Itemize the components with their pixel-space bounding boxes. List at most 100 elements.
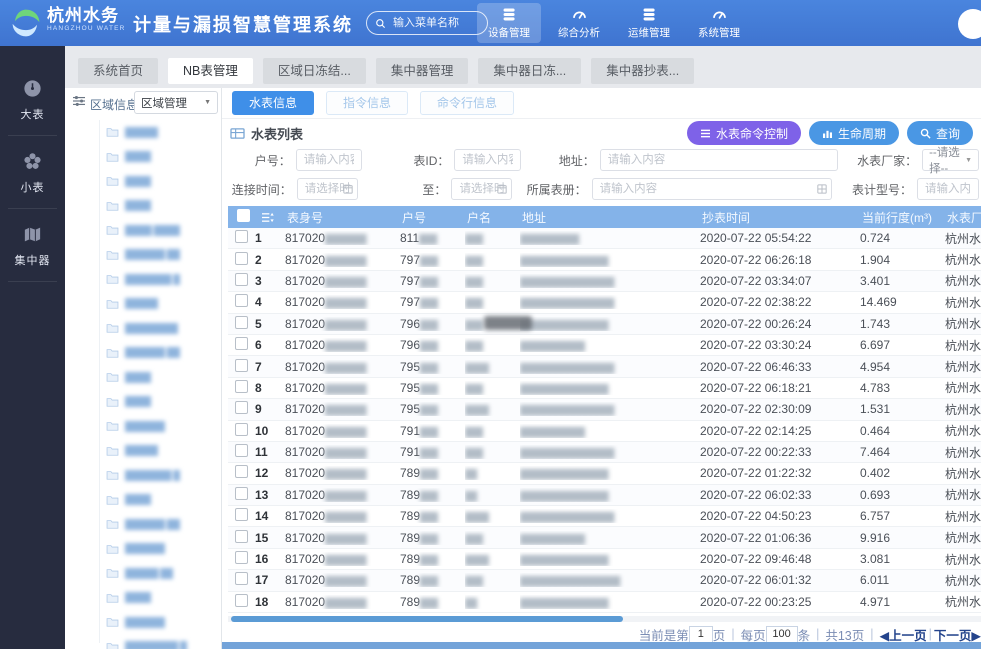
row-checkbox[interactable]	[235, 551, 248, 564]
rail-item-large-meter[interactable]: 大表	[8, 46, 57, 136]
tree-item[interactable]: ████	[65, 365, 221, 390]
table-list-icon	[230, 127, 245, 140]
tree-item[interactable]: ████	[65, 586, 221, 611]
table-row[interactable]: 16 817020███████ 789███ ████ ███████████…	[228, 549, 981, 570]
table-row[interactable]: 7 817020███████ 795███ ████ ████████████…	[228, 356, 981, 377]
row-checkbox[interactable]	[235, 423, 248, 436]
row-checkbox[interactable]	[235, 316, 248, 329]
meter-id-input[interactable]	[454, 149, 521, 171]
prev-page-button[interactable]: ◀上一页	[880, 625, 927, 644]
nav-item-analysis[interactable]: 综合分析	[547, 3, 611, 43]
tree-item[interactable]: ████	[65, 169, 221, 194]
row-checkbox[interactable]	[235, 380, 248, 393]
nav-item-ops-mgmt[interactable]: 运维管理	[617, 3, 681, 43]
tab[interactable]: 集中器日冻...	[478, 58, 581, 84]
row-checkbox[interactable]	[235, 294, 248, 307]
row-checkbox[interactable]	[235, 465, 248, 478]
tree-item[interactable]: █████	[65, 120, 221, 145]
current-page-input[interactable]	[689, 626, 713, 643]
table-row[interactable]: 12 817020███████ 789███ ██ █████████████…	[228, 463, 981, 484]
row-checkbox[interactable]	[235, 572, 248, 585]
table-row[interactable]: 11 817020███████ 791███ ███ ████████████…	[228, 442, 981, 463]
page-size-input[interactable]	[766, 626, 798, 643]
region-manager-select[interactable]: 区域管理 ▼	[134, 91, 218, 114]
row-checkbox[interactable]	[235, 273, 248, 286]
filter-sliders-icon[interactable]	[72, 95, 86, 107]
account-no-input[interactable]	[296, 149, 362, 171]
subtab[interactable]: 命令行信息	[420, 91, 514, 115]
row-checkbox[interactable]	[235, 252, 248, 265]
meter-model-input[interactable]	[917, 178, 979, 200]
table-row[interactable]: 4 817020███████ 797███ ███ █████████████…	[228, 292, 981, 313]
rail-item-concentrator[interactable]: 集中器	[8, 209, 57, 282]
tree-item[interactable]: ██████	[65, 537, 221, 562]
tree-item[interactable]: ████	[65, 145, 221, 170]
table-row[interactable]: 18 817020███████ 789███ ██ █████████████…	[228, 592, 981, 613]
subtab[interactable]: 水表信息	[232, 91, 314, 115]
tree-item[interactable]: ██████ ██	[65, 341, 221, 366]
tree-item[interactable]: ██████	[65, 610, 221, 635]
tab[interactable]: 集中器抄表...	[591, 58, 694, 84]
tab[interactable]: 区域日冻结...	[263, 58, 366, 84]
table-row[interactable]: 13 817020███████ 789███ ██ █████████████…	[228, 485, 981, 506]
tab[interactable]: 集中器管理	[376, 58, 469, 84]
calendar-icon[interactable]	[497, 184, 507, 194]
row-checkbox[interactable]	[235, 401, 248, 414]
meter-command-control-button[interactable]: 水表命令控制	[687, 121, 801, 145]
table-row[interactable]: 8 817020███████ 795███ ███ █████████████…	[228, 378, 981, 399]
row-checkbox[interactable]	[235, 337, 248, 350]
query-button[interactable]: 查询	[907, 121, 973, 145]
row-checkbox[interactable]	[235, 444, 248, 457]
row-checkbox[interactable]	[235, 230, 248, 243]
tree-item[interactable]: ███████ █	[65, 463, 221, 488]
meter-book-input[interactable]	[592, 178, 832, 200]
horizontal-scrollbar-thumb[interactable]	[231, 616, 623, 622]
tree-item[interactable]: ████ ████	[65, 218, 221, 243]
subtab[interactable]: 指令信息	[326, 91, 408, 115]
sort-icon[interactable]	[255, 212, 285, 223]
table-row[interactable]: 9 817020███████ 795███ ████ ████████████…	[228, 399, 981, 420]
tree-item[interactable]: ████	[65, 488, 221, 513]
table-row[interactable]: 1 817020███████ 811███ ███ ██████████ 20…	[228, 228, 981, 249]
row-checkbox[interactable]	[235, 508, 248, 521]
menu-search[interactable]	[366, 11, 488, 35]
user-avatar[interactable]	[958, 9, 981, 39]
row-checkbox[interactable]	[235, 594, 248, 607]
nav-item-system-mgmt[interactable]: 系统管理	[687, 3, 751, 43]
row-checkbox[interactable]	[235, 359, 248, 372]
tree-item[interactable]: ███████ █	[65, 267, 221, 292]
tree-item[interactable]: █████ ██	[65, 561, 221, 586]
tree-item[interactable]: ████	[65, 390, 221, 415]
tree-item[interactable]: ██████ ██	[65, 243, 221, 268]
rail-item-small-meter[interactable]: 小表	[8, 136, 57, 209]
tree-item[interactable]: ████████	[65, 316, 221, 341]
tree-item[interactable]: ████████ █	[65, 635, 221, 649]
tree-item[interactable]: ██████ ██	[65, 512, 221, 537]
next-page-button[interactable]: 下一页▶	[934, 625, 981, 644]
table-row[interactable]: 3 817020███████ 797███ ███ █████████████…	[228, 271, 981, 292]
tree-item[interactable]: █████	[65, 439, 221, 464]
tab[interactable]: NB表管理	[168, 58, 253, 84]
table-row[interactable]: 17 817020███████ 789███ ███ ████████████…	[228, 570, 981, 591]
tab[interactable]: 系统首页	[78, 58, 158, 84]
tree-item[interactable]: ██████	[65, 414, 221, 439]
row-checkbox[interactable]	[235, 487, 248, 500]
menu-search-input[interactable]	[391, 16, 479, 30]
table-row[interactable]: 14 817020███████ 789███ ████ ███████████…	[228, 506, 981, 527]
meter-vendor-select[interactable]: --请选择-- ▼	[922, 149, 979, 171]
select-all-checkbox[interactable]	[237, 209, 250, 222]
table-row[interactable]: 2 817020███████ 797███ ███ █████████████…	[228, 249, 981, 270]
table-row[interactable]: 6 817020███████ 796███ ███ ███████████ 2…	[228, 335, 981, 356]
tree-item[interactable]: █████	[65, 292, 221, 317]
nav-item-device-mgmt[interactable]: 设备管理	[477, 3, 541, 43]
calendar-icon[interactable]	[343, 184, 353, 194]
table-row[interactable]: 5 817020███████ 796███ ███ █████████████…	[228, 314, 981, 335]
address-input[interactable]	[600, 149, 839, 171]
table-row[interactable]: 10 817020███████ 791███ ███ ███████████ …	[228, 421, 981, 442]
picker-grid-icon[interactable]	[817, 184, 827, 194]
lifecycle-button[interactable]: 生命周期	[809, 121, 899, 145]
tree-item[interactable]: ████	[65, 194, 221, 219]
table-row[interactable]: 15 817020███████ 789███ ███ ███████████ …	[228, 527, 981, 548]
row-checkbox[interactable]	[235, 530, 248, 543]
bottom-scrollbar-track[interactable]	[222, 642, 981, 649]
